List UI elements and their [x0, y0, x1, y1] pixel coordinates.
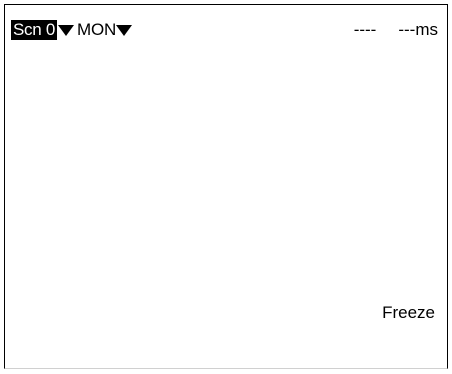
- freeze-label: Freeze: [382, 303, 435, 322]
- monitor-screen: Scn 0 MON ---- ---ms Freeze: [4, 4, 448, 369]
- mode-label: MON: [76, 20, 117, 39]
- judgement-result: ----: [353, 20, 377, 39]
- scene-label: Scn 0: [11, 20, 57, 40]
- status-readout: ---- ---ms: [354, 19, 438, 41]
- top-bar: Scn 0 MON: [11, 19, 133, 41]
- triangle-down-icon: [116, 24, 133, 36]
- processing-time: ---ms: [398, 20, 438, 39]
- mode-selector[interactable]: MON: [76, 20, 133, 40]
- triangle-down-icon: [57, 24, 74, 36]
- scene-selector[interactable]: Scn 0: [11, 20, 77, 40]
